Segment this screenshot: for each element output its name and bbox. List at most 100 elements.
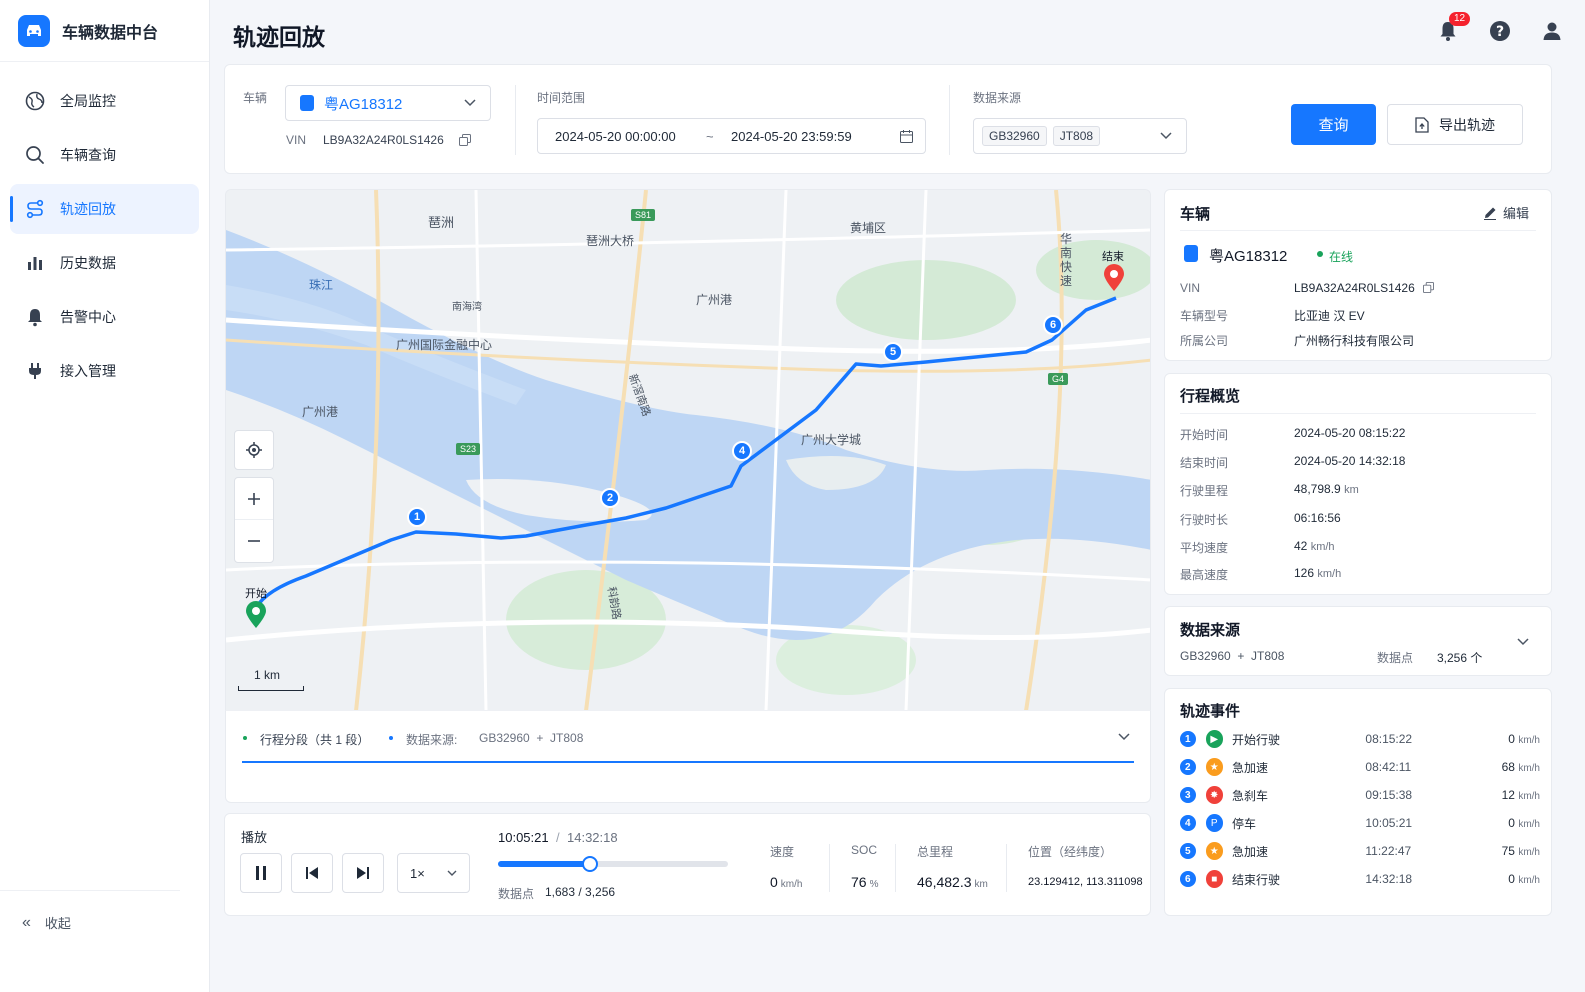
time-range-picker[interactable]: 2024-05-20 00:00:00 ~ 2024-05-20 23:59:5… [537, 118, 926, 154]
filter-bar: 车辆 粤AG18312 VIN LB9A32A24R0LS1426 时间范围 2… [224, 64, 1552, 174]
event-number: 5 [1180, 843, 1196, 859]
status-badge: 在线 [1329, 250, 1354, 264]
speed-number: 0 [770, 874, 778, 890]
edit-button[interactable]: 编辑 [1483, 203, 1529, 222]
value-number: 06:16:56 [1294, 511, 1341, 525]
vehicle-select[interactable]: 粤AG18312 [285, 85, 491, 121]
soc-number: 76 [851, 874, 867, 890]
previous-button[interactable] [291, 853, 333, 893]
row-value: 广州畅行科技有限公司 [1294, 334, 1415, 348]
source-card-title: 数据来源 [1180, 622, 1241, 639]
track-marker[interactable]: 6 [1043, 315, 1063, 335]
chevron-down-icon[interactable] [1517, 638, 1529, 646]
event-row[interactable]: 2 ★ 急加速 08:42:11 68 km/h [1180, 757, 1540, 777]
time-end: 2024-05-20 23:59:59 [731, 128, 852, 144]
chevron-down-icon[interactable] [1118, 733, 1130, 741]
source-value: GB32960 + JT808 [1180, 649, 1285, 663]
sidebar-item-access-management[interactable]: 接入管理 [10, 346, 199, 396]
value-unit: km/h [1310, 541, 1335, 553]
event-number: 6 [1180, 871, 1196, 887]
marker-number: 1 [413, 511, 421, 523]
user-avatar-button[interactable] [1539, 18, 1565, 44]
minus-icon [248, 540, 260, 542]
speed-value: 1× [410, 865, 425, 881]
speed-value: 0 km/h [770, 874, 802, 890]
marker-number: 4 [738, 445, 746, 457]
info-row: 车辆型号 比亚迪 汉 EV [1180, 307, 1365, 324]
divider [515, 85, 516, 155]
event-number: 1 [1180, 731, 1196, 747]
track-marker[interactable]: 2 [600, 488, 620, 508]
speed-number: 0 [1508, 872, 1515, 886]
edit-label: 编辑 [1502, 206, 1529, 221]
vin-label: VIN [286, 133, 307, 147]
zoom-out-button[interactable] [235, 520, 273, 562]
value-number: 2024-05-20 08:15:22 [1294, 426, 1406, 440]
track-marker[interactable]: 4 [732, 441, 752, 461]
event-name: 急刹车 [1231, 788, 1268, 803]
crosshair-icon [246, 442, 262, 458]
collapse-button[interactable]: « 收起 [0, 890, 180, 932]
event-number: 2 [1180, 759, 1196, 775]
event-row[interactable]: 1 ▶ 开始行驶 08:15:22 0 km/h [1180, 729, 1540, 749]
mileage-label: 总里程 [917, 845, 954, 859]
event-row[interactable]: 4 P 停车 10:05:21 0 km/h [1180, 813, 1540, 833]
track-marker[interactable]: 5 [883, 342, 903, 362]
event-type-icon: ★ [1205, 758, 1223, 776]
event-time: 09:15:38 [1365, 788, 1413, 802]
info-row: VIN LB9A32A24R0LS1426 [1180, 281, 1434, 295]
progress-handle[interactable] [582, 856, 598, 872]
soc-value: 76% [851, 874, 878, 890]
vehicle-select-value: 粤AG18312 [324, 95, 403, 113]
export-label: 导出轨迹 [1439, 116, 1495, 133]
help-button[interactable]: ? [1487, 18, 1513, 44]
vehicle-plate-icon [300, 95, 314, 111]
event-speed: 68 km/h [1472, 760, 1540, 774]
end-pin-icon[interactable] [1103, 264, 1125, 292]
chevron-down-icon [447, 870, 457, 876]
playback-speed-select[interactable]: 1× [397, 853, 470, 893]
speed-number: 68 [1501, 760, 1515, 774]
locate-button[interactable] [234, 430, 274, 470]
edit-icon [1483, 207, 1496, 220]
pause-button[interactable] [240, 853, 282, 893]
row-key: 结束时间 [1180, 456, 1229, 470]
progress-slider[interactable] [498, 856, 728, 872]
zoom-in-button[interactable] [235, 478, 273, 520]
map-view[interactable]: 琶洲 琶洲大桥 黄埔区 珠江 南海湾 广州港 广州国际金融中心 广州港 广州大学… [225, 189, 1151, 710]
event-row[interactable]: 5 ★ 急加速 11:22:47 75 km/h [1180, 841, 1540, 861]
event-row[interactable]: 3 ✸ 急刹车 09:15:38 12 km/h [1180, 785, 1540, 805]
plug-icon [24, 360, 46, 382]
speed-number: 0 [1508, 816, 1515, 830]
road-badge: S23 [456, 443, 481, 455]
segment-timeline[interactable] [242, 761, 1134, 763]
value-number: 48,798.9 [1294, 482, 1341, 496]
divider [1006, 844, 1007, 892]
sidebar-item-track-playback[interactable]: 轨迹回放 [10, 184, 199, 234]
map-label: 琶洲大桥 [586, 234, 635, 248]
data-source-card[interactable]: 数据来源 GB32960 + JT808 数据点 3,256 个 [1164, 606, 1552, 676]
sidebar-item-vehicle-query[interactable]: 车辆查询 [10, 130, 199, 180]
start-pin-icon[interactable] [245, 601, 267, 629]
trip-overview-card: 行程概览 开始时间 2024-05-20 08:15:22 结束时间 2024-05… [1164, 373, 1552, 595]
row-key: 行驶时长 [1180, 513, 1229, 527]
sidebar-item-alarm-center[interactable]: 告警中心 [10, 292, 199, 342]
points-value: 1,683 / 3,256 [545, 885, 616, 899]
app-logo[interactable]: 车辆数据中台 [0, 0, 209, 62]
current-time: 10:05:21 [498, 830, 549, 845]
data-source-select[interactable]: GB32960 JT808 [973, 118, 1187, 154]
event-row[interactable]: 6 ■ 结束行驶 14:32:18 0 km/h [1180, 869, 1540, 889]
query-button[interactable]: 查询 [1291, 104, 1376, 145]
header-actions: 12 ? [1435, 12, 1565, 44]
track-marker[interactable]: 1 [407, 507, 427, 527]
copy-icon[interactable] [459, 134, 471, 146]
sidebar-item-history-data[interactable]: 历史数据 [10, 238, 199, 288]
next-button[interactable] [342, 853, 384, 893]
notification-button[interactable]: 12 [1435, 12, 1471, 44]
value-number: 126 [1294, 566, 1315, 580]
export-track-button[interactable]: 导出轨迹 [1387, 104, 1523, 145]
event-name: 结束行驶 [1231, 872, 1280, 887]
mileage-number: 46,482.3 [917, 874, 972, 890]
copy-icon[interactable] [1422, 282, 1434, 293]
sidebar-item-global-monitor[interactable]: 全局监控 [10, 76, 199, 126]
